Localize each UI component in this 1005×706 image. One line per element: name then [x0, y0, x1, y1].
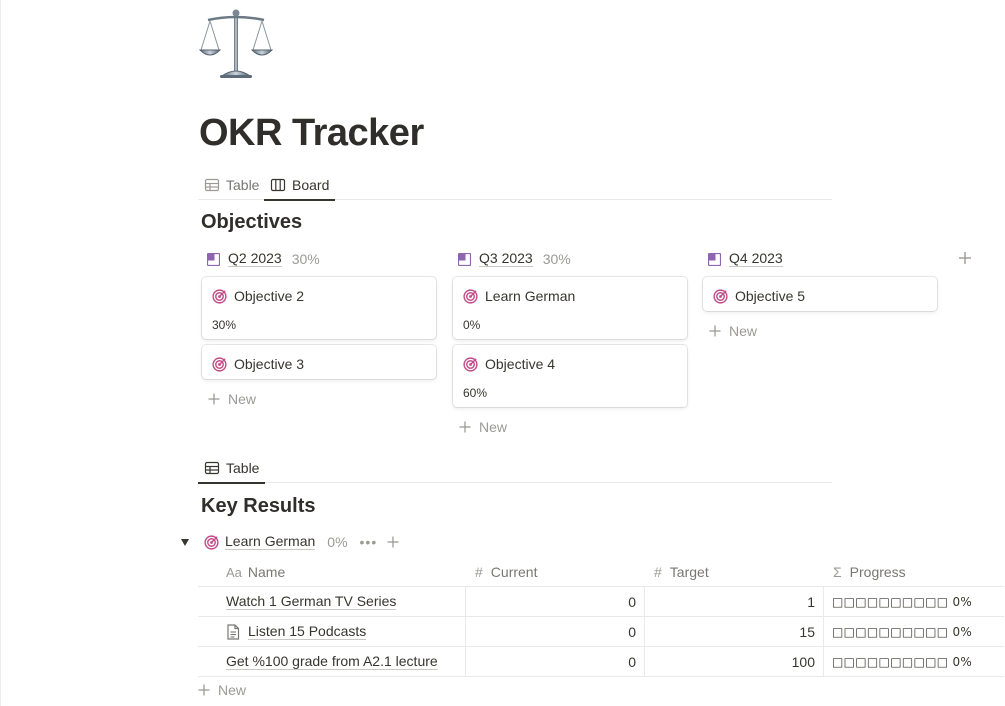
new-row-button[interactable]: New — [198, 682, 246, 698]
view-tabs: Table Board — [198, 170, 832, 201]
key-results-view-tabs: Table — [198, 453, 832, 484]
tab-board-view[interactable]: Board — [264, 170, 336, 201]
quarter-icon — [207, 252, 220, 266]
column-name: Q2 2023 — [228, 250, 282, 267]
card-title: Objective 4 — [485, 356, 556, 372]
number-property-icon: # — [475, 564, 483, 580]
balance-scale-icon[interactable] — [198, 6, 274, 82]
progress-cell: □□□□□□□□□□ 0% — [832, 655, 973, 669]
table-row[interactable]: Get %100 grade from A2.1 lecture 0 100 □… — [198, 647, 1004, 677]
target-icon — [212, 288, 227, 304]
board-column-header-q3[interactable]: Q3 2023 30% — [458, 250, 571, 268]
progress-cell: □□□□□□□□□□ 0% — [832, 595, 973, 609]
target-cell[interactable]: 15 — [644, 617, 823, 647]
objective-card[interactable]: Objective 3 — [202, 345, 436, 379]
current-cell[interactable]: 0 — [465, 587, 644, 617]
plus-icon[interactable] — [387, 536, 399, 548]
table-row[interactable]: Listen 15 Podcasts 0 15 □□□□□□□□□□ 0% — [198, 617, 1004, 647]
current-cell[interactable]: 0 — [465, 617, 644, 647]
column-header-progress[interactable]: Σ Progress — [823, 557, 1004, 587]
formula-property-icon: Σ — [833, 564, 842, 580]
page-title[interactable]: OKR Tracker — [199, 112, 424, 155]
collapse-triangle-icon[interactable] — [180, 537, 190, 547]
column-header-name[interactable]: Aa Name — [198, 557, 465, 587]
board-column-header-q2[interactable]: Q2 2023 30% — [207, 250, 320, 268]
table-icon — [204, 461, 220, 475]
document-icon — [227, 624, 240, 640]
column-percent: 30% — [542, 251, 571, 267]
card-title: Objective 2 — [234, 288, 305, 304]
current-cell[interactable]: 0 — [465, 647, 644, 677]
group-percent: 0% — [327, 534, 348, 550]
table-icon — [204, 178, 220, 192]
plus-icon — [459, 421, 471, 433]
board-icon — [270, 178, 286, 192]
table-header: Aa Name # Current # Target Σ Progress — [198, 557, 1004, 587]
plus-icon — [208, 393, 220, 405]
new-label: New — [729, 323, 758, 339]
tab-table-label: Table — [226, 177, 260, 193]
key-results-table: Aa Name # Current # Target Σ Progress Wa… — [198, 557, 1004, 677]
objective-card[interactable]: Objective 5 — [703, 277, 937, 311]
card-progress: 60% — [463, 386, 488, 400]
number-property-icon: # — [654, 564, 662, 580]
target-cell[interactable]: 100 — [644, 647, 823, 677]
plus-icon — [198, 684, 210, 696]
new-card-button[interactable]: New — [459, 419, 507, 435]
quarter-icon — [708, 252, 721, 266]
target-icon — [204, 534, 219, 550]
new-card-button[interactable]: New — [709, 323, 757, 339]
table-row[interactable]: Watch 1 German TV Series 0 1 □□□□□□□□□□ … — [198, 587, 1004, 617]
quarter-icon — [458, 252, 471, 266]
text-property-icon: Aa — [226, 564, 242, 580]
objective-card[interactable]: Objective 4 60% — [453, 345, 687, 407]
column-name: Q4 2023 — [729, 250, 783, 267]
column-header-target[interactable]: # Target — [644, 557, 823, 587]
tab-table-view[interactable]: Table — [198, 170, 265, 200]
new-card-button[interactable]: New — [208, 391, 256, 407]
more-options-icon[interactable]: ••• — [360, 534, 378, 550]
objectives-heading: Objectives — [201, 211, 303, 233]
new-label: New — [218, 682, 247, 698]
page-left-border — [0, 0, 1, 706]
column-percent: 30% — [291, 251, 320, 267]
new-label: New — [228, 391, 257, 407]
tab-board-label: Board — [292, 177, 330, 193]
card-title: Objective 5 — [735, 288, 806, 304]
column-name: Q3 2023 — [479, 250, 533, 267]
tab-table-label: Table — [226, 460, 260, 476]
row-name[interactable]: Listen 15 Podcasts — [248, 624, 367, 640]
card-title: Objective 3 — [234, 356, 305, 372]
card-title: Learn German — [485, 288, 576, 304]
target-icon — [713, 288, 728, 304]
new-label: New — [479, 419, 508, 435]
target-icon — [212, 356, 227, 372]
progress-cell: □□□□□□□□□□ 0% — [832, 625, 973, 639]
row-name[interactable]: Get %100 grade from A2.1 lecture — [226, 654, 438, 670]
objective-card[interactable]: Learn German 0% — [453, 277, 687, 339]
board-column-header-q4[interactable]: Q4 2023 — [708, 250, 783, 268]
card-progress: 0% — [463, 318, 481, 332]
target-cell[interactable]: 1 — [644, 587, 823, 617]
card-progress: 30% — [212, 318, 237, 332]
target-icon — [463, 356, 478, 372]
group-name[interactable]: Learn German — [225, 534, 316, 550]
add-column-icon[interactable] — [958, 251, 972, 265]
row-name[interactable]: Watch 1 German TV Series — [226, 594, 397, 610]
objective-card[interactable]: Objective 2 30% — [202, 277, 436, 339]
tab-table-view[interactable]: Table — [198, 453, 266, 484]
column-header-current[interactable]: # Current — [465, 557, 644, 587]
group-header-learn-german[interactable]: Learn German 0% ••• — [180, 533, 399, 551]
target-icon — [463, 288, 478, 304]
plus-icon — [709, 325, 721, 337]
key-results-heading: Key Results — [201, 495, 316, 517]
